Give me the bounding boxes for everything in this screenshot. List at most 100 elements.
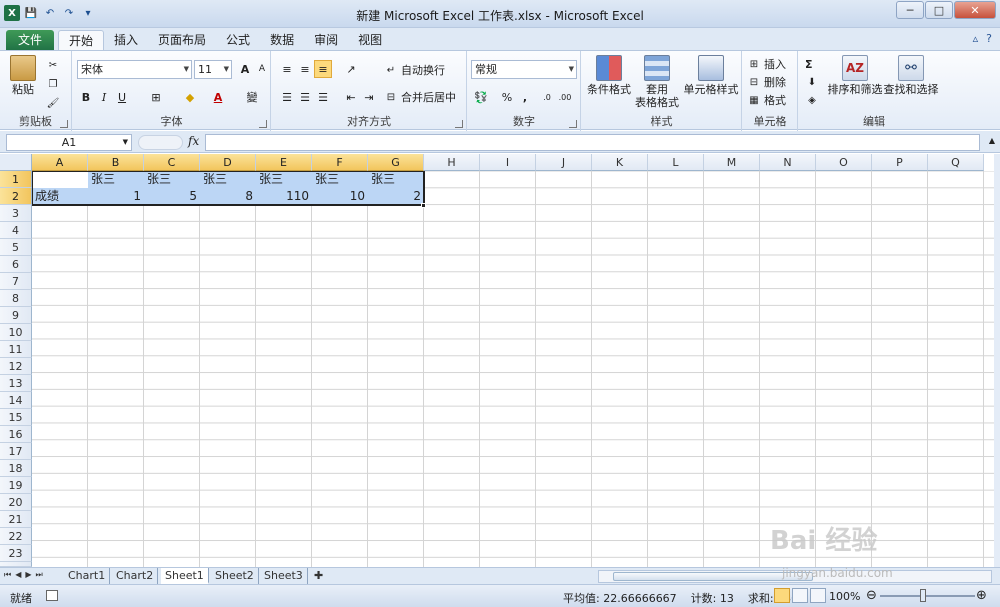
currency-icon[interactable]: 💱 — [472, 88, 490, 106]
decrease-indent-icon[interactable]: ⇤ — [342, 88, 360, 106]
column-header-k[interactable]: K — [592, 154, 648, 171]
insert-cells-button[interactable]: ⊞ 插入 — [747, 56, 786, 72]
zoom-in-icon[interactable]: ⊕ — [976, 588, 987, 603]
column-header-j[interactable]: J — [536, 154, 592, 171]
delete-cells-button[interactable]: ⊟ 删除 — [747, 74, 786, 90]
borders-icon[interactable]: ⊞ — [147, 88, 165, 106]
column-header-n[interactable]: N — [760, 154, 816, 171]
row-header[interactable]: 20 — [0, 494, 32, 511]
column-header-h[interactable]: H — [424, 154, 480, 171]
new-sheet-icon[interactable]: ✚ — [310, 568, 327, 584]
column-header-f[interactable]: F — [312, 154, 368, 171]
row-header[interactable]: 14 — [0, 392, 32, 409]
row-header[interactable]: 19 — [0, 477, 32, 494]
tab-home[interactable]: 开始 — [58, 30, 105, 50]
cell-g1[interactable]: 张三 — [368, 171, 424, 188]
sheet-tab-sheet3[interactable]: Sheet3 — [260, 568, 308, 584]
zoom-out-icon[interactable]: ⊖ — [866, 588, 877, 603]
macro-record-icon[interactable] — [46, 590, 58, 601]
ribbon-minimize-icon[interactable]: ▵ — [973, 32, 979, 45]
row-header[interactable]: 2 — [0, 188, 32, 205]
tab-insert[interactable]: 插入 — [104, 30, 148, 50]
conditional-format-button[interactable]: 条件格式 — [584, 55, 634, 96]
cell-g2[interactable]: 2 — [368, 188, 424, 205]
row-header[interactable]: 21 — [0, 511, 32, 528]
row-header[interactable]: 4 — [0, 222, 32, 239]
row-header[interactable]: 9 — [0, 307, 32, 324]
page-break-view-icon[interactable] — [810, 588, 826, 603]
align-right-icon[interactable]: ☰ — [314, 88, 332, 106]
grow-font-button[interactable]: A — [236, 60, 254, 78]
comma-button[interactable]: , — [516, 88, 534, 106]
column-header-p[interactable]: P — [872, 154, 928, 171]
fill-color-icon[interactable]: ◆ — [181, 88, 199, 106]
maximize-button[interactable]: □ — [925, 1, 953, 19]
formula-input[interactable] — [205, 134, 980, 151]
fill-button[interactable]: ⬇ — [805, 74, 819, 90]
align-left-icon[interactable]: ☰ — [278, 88, 296, 106]
increase-decimal-icon[interactable]: .0 — [538, 88, 556, 106]
font-name-combo[interactable]: 宋体 ▼ — [77, 60, 192, 79]
column-header-d[interactable]: D — [200, 154, 256, 171]
copy-button[interactable]: ❐ — [46, 76, 60, 92]
number-launcher-icon[interactable] — [569, 120, 577, 128]
font-size-combo[interactable]: 11 ▼ — [194, 60, 232, 79]
row-header[interactable]: 15 — [0, 409, 32, 426]
tab-page-layout[interactable]: 页面布局 — [148, 30, 216, 50]
format-painter-button[interactable]: 🖌 — [46, 95, 60, 111]
cell-c1[interactable]: 张三 — [144, 171, 200, 188]
row-header[interactable]: 11 — [0, 341, 32, 358]
zoom-slider[interactable] — [880, 595, 975, 597]
row-header[interactable]: 3 — [0, 205, 32, 222]
row-header[interactable]: 10 — [0, 324, 32, 341]
clear-button[interactable]: ◈ — [805, 92, 819, 108]
page-layout-view-icon[interactable] — [792, 588, 808, 603]
row-header[interactable]: 22 — [0, 528, 32, 545]
zoom-level[interactable]: 100% — [829, 590, 860, 603]
percent-button[interactable]: % — [498, 88, 516, 106]
clipboard-launcher-icon[interactable] — [60, 120, 68, 128]
bold-button[interactable]: B — [77, 88, 95, 106]
column-header-b[interactable]: B — [88, 154, 144, 171]
sheet-tab-sheet2[interactable]: Sheet2 — [211, 568, 259, 584]
align-center-icon[interactable]: ☰ — [296, 88, 314, 106]
last-sheet-icon[interactable]: ⏭ — [36, 570, 43, 580]
cell-area[interactable] — [32, 171, 994, 567]
row-header[interactable]: 5 — [0, 239, 32, 256]
paste-button[interactable]: 粘贴 — [8, 55, 38, 96]
tab-file[interactable]: 文件 — [6, 30, 54, 50]
format-as-table-button[interactable]: 套用 表格格式 — [632, 55, 682, 109]
row-header[interactable]: 6 — [0, 256, 32, 273]
row-header[interactable]: 18 — [0, 460, 32, 477]
column-header-c[interactable]: C — [144, 154, 200, 171]
shrink-font-button[interactable]: A — [253, 60, 271, 78]
sort-filter-button[interactable]: AZ 排序和筛选 — [827, 55, 883, 96]
cut-button[interactable]: ✂ — [46, 57, 60, 73]
phonetic-button[interactable]: 變 — [243, 88, 261, 106]
cell-b2[interactable]: 1 — [88, 188, 144, 205]
font-color-icon[interactable]: A — [209, 88, 227, 106]
align-bottom-icon[interactable]: ≡ — [314, 60, 332, 78]
cell-e1[interactable]: 张三 — [256, 171, 312, 188]
insert-function-icon[interactable]: fx — [188, 134, 199, 148]
close-button[interactable]: ✕ — [954, 1, 996, 19]
sheet-tab-chart2[interactable]: Chart2 — [112, 568, 159, 584]
cell-f2[interactable]: 10 — [312, 188, 368, 205]
italic-button[interactable]: I — [95, 88, 113, 106]
sheet-tab-sheet1[interactable]: Sheet1 — [161, 568, 209, 584]
row-header[interactable]: 13 — [0, 375, 32, 392]
tab-data[interactable]: 数据 — [260, 30, 304, 50]
column-header-q[interactable]: Q — [928, 154, 984, 171]
cell-a1[interactable] — [32, 171, 88, 188]
align-middle-icon[interactable]: ≡ — [296, 60, 314, 78]
autosum-button[interactable]: Σ — [805, 56, 813, 72]
worksheet-grid[interactable]: A B C D E F G H I J K L M N O P Q 1 2 3 … — [0, 154, 994, 567]
vertical-scrollbar[interactable] — [994, 154, 1000, 567]
select-all-corner[interactable] — [0, 154, 32, 171]
first-sheet-icon[interactable]: ⏮ — [4, 570, 11, 580]
tab-view[interactable]: 视图 — [348, 30, 392, 50]
help-icon[interactable]: ? — [986, 32, 992, 45]
cell-d2[interactable]: 8 — [200, 188, 256, 205]
merge-center-button[interactable]: ⊟ 合并后居中 — [384, 89, 456, 105]
sheet-tab-chart1[interactable]: Chart1 — [64, 568, 111, 584]
